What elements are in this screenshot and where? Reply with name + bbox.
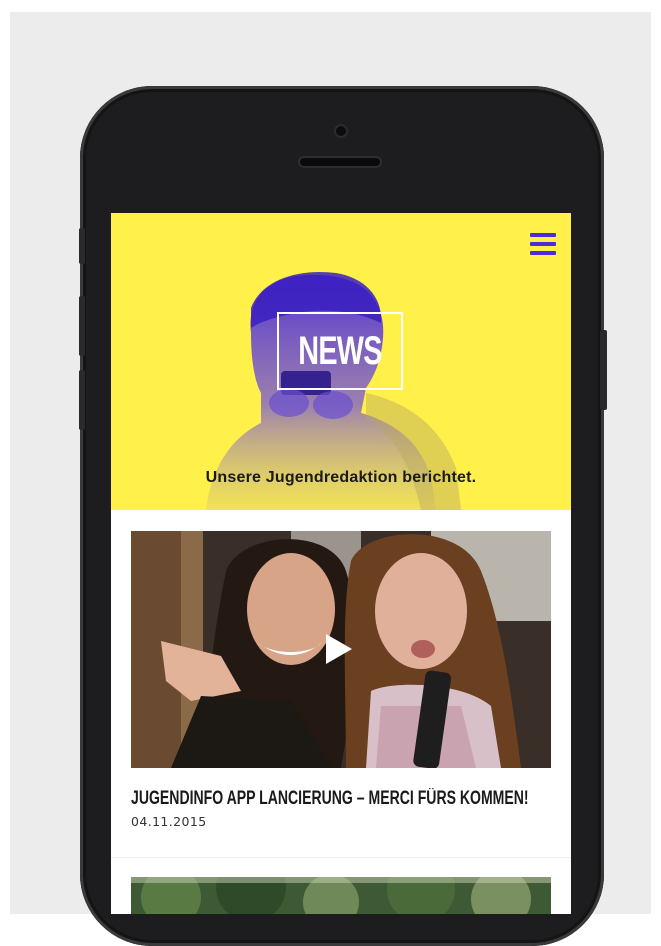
front-camera [336, 126, 346, 136]
card-divider [111, 857, 571, 858]
article-video-thumbnail[interactable] [131, 531, 551, 768]
hamburger-menu-icon[interactable] [530, 233, 556, 255]
article-date: 04.11.2015 [131, 814, 207, 829]
next-article-thumbnail[interactable] [131, 877, 551, 914]
hero-title: NEWS [298, 328, 382, 373]
news-hero-banner: NEWS Unsere Jugendredaktion berichtet. [111, 213, 571, 510]
hero-tagline: Unsere Jugendredaktion berichtet. [205, 469, 477, 486]
mute-switch [79, 228, 85, 264]
volume-up-button [79, 296, 85, 356]
volume-down-button [79, 370, 85, 430]
power-button [600, 330, 607, 410]
article-card[interactable]: JUGENDINFO APP LANCIERUNG – MERCI FÜRS K… [131, 531, 551, 829]
article-card-next[interactable] [131, 877, 551, 914]
play-icon[interactable] [326, 634, 352, 664]
app-screen: NEWS Unsere Jugendredaktion berichtet. J… [111, 213, 571, 914]
earpiece-speaker [300, 158, 380, 166]
news-title-frame: NEWS [277, 312, 403, 390]
article-title[interactable]: JUGENDINFO APP LANCIERUNG – MERCI FÜRS K… [131, 788, 545, 810]
